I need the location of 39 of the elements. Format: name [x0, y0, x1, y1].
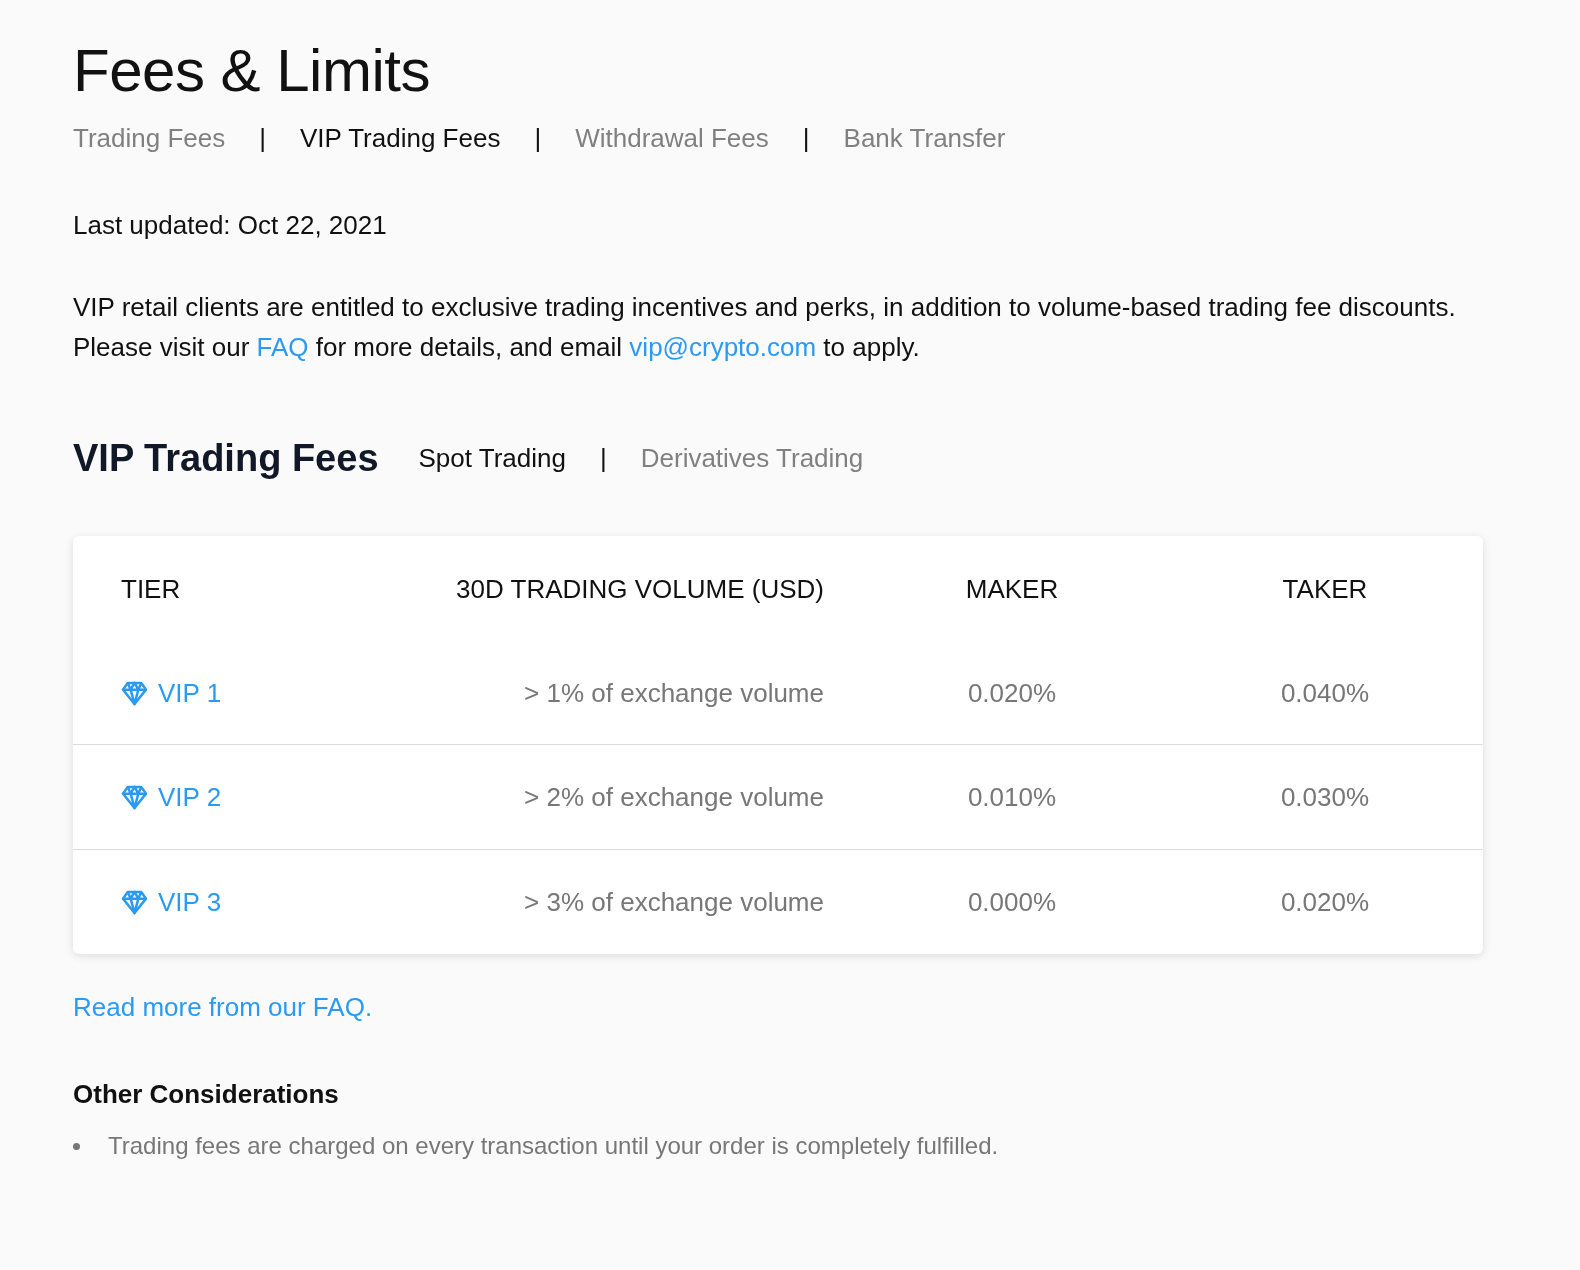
tab[interactable]: Trading Fees [73, 123, 226, 154]
bullet-icon [73, 1142, 80, 1150]
tab-separator: | [259, 123, 266, 154]
page-title: Fees & Limits [73, 36, 431, 105]
column-header: MAKER [965, 573, 1059, 605]
tab-separator: | [599, 443, 607, 474]
inline-link[interactable]: FAQ [256, 332, 309, 362]
tab-separator: | [802, 123, 810, 154]
column-header: 30D TRADING VOLUME (USD) [456, 573, 824, 605]
table-cell: 0.020% [1280, 886, 1370, 918]
tier-link[interactable]: VIP 1 [121, 677, 381, 709]
tab[interactable]: Spot Trading [418, 443, 566, 474]
table-cell: > 1% of exchange volume [524, 677, 824, 709]
table-cell: > 3% of exchange volume [524, 886, 824, 918]
last-updated-text: Last updated: Oct 22, 2021 [73, 210, 388, 241]
diamond-icon [121, 680, 148, 706]
faq-link[interactable]: Read more from our FAQ. [73, 992, 373, 1023]
tab-separator: | [534, 123, 542, 154]
column-header: TAKER [1282, 573, 1368, 605]
subsection-title: Other Considerations [73, 1079, 340, 1110]
tier-link[interactable]: VIP 2 [121, 781, 381, 813]
tier-link[interactable]: VIP 3 [121, 886, 381, 918]
diamond-icon [121, 784, 148, 810]
list-item-text: Trading fees are charged on every transaction until your order is completely fulfilled. [108, 1132, 999, 1160]
diamond-icon [121, 889, 148, 915]
table-cell: 0.020% [967, 677, 1057, 709]
intro-paragraph: VIP retail clients are entitled to exclusive trading incentives and perks, in addition to volume-based trading fee discounts. Please visit our FAQ for more details, and email vip@crypto.com to apply. [73, 291, 1457, 364]
inline-link[interactable]: vip@crypto.com [629, 332, 817, 362]
table-cell: 0.000% [967, 886, 1057, 918]
column-header: TIER [121, 573, 182, 605]
table-cell: 0.010% [967, 781, 1057, 813]
table-cell: 0.040% [1280, 677, 1370, 709]
table-cell: 0.030% [1280, 781, 1370, 813]
tab[interactable]: Derivatives Trading [640, 443, 864, 474]
table-cell: > 2% of exchange volume [524, 781, 824, 813]
tab[interactable]: Bank Transfer [843, 123, 1006, 154]
section-title: VIP Trading Fees [73, 437, 379, 480]
tab[interactable]: VIP Trading Fees [300, 123, 501, 154]
tab[interactable]: Withdrawal Fees [575, 123, 769, 154]
